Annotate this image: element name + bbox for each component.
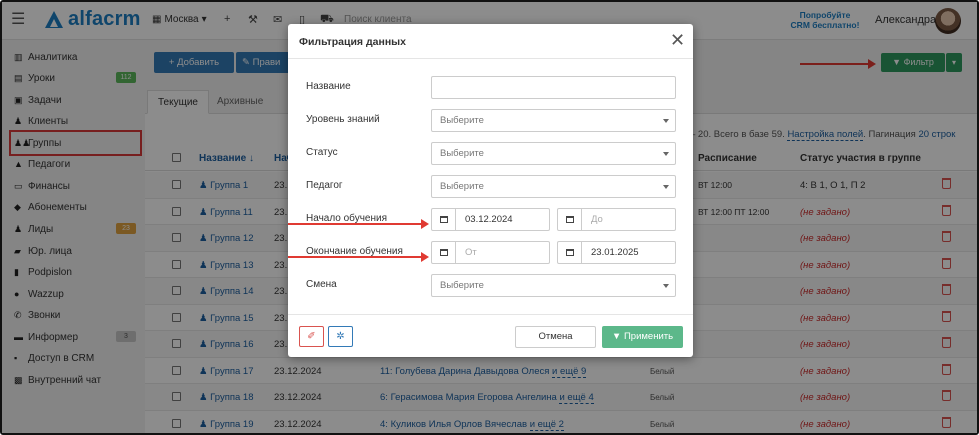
- name-input[interactable]: [431, 76, 676, 99]
- status-select[interactable]: Выберите: [431, 142, 676, 165]
- shift-select-value: Выберите: [440, 280, 484, 291]
- teacher-label: Педагог: [306, 180, 343, 191]
- end-date-to[interactable]: 23.01.2025: [557, 241, 676, 264]
- filter-modal: Фильтрация данных ✕ Название Уровень зна…: [288, 24, 693, 357]
- level-label: Уровень знаний: [306, 114, 380, 125]
- chevron-down-icon: [663, 119, 669, 123]
- app-window: ☰ alfacrm ▦ Москва ▾ + ⚒ ✉ ▯ ⛟ Поиск кли…: [0, 0, 979, 435]
- eraser-icon: ✐: [307, 331, 316, 342]
- calendar-icon[interactable]: [432, 209, 456, 230]
- shift-label: Смена: [306, 279, 337, 290]
- teacher-select-value: Выберите: [440, 181, 484, 192]
- calendar-icon[interactable]: [432, 242, 456, 263]
- modal-header: Фильтрация данных ✕: [288, 24, 693, 59]
- teacher-select[interactable]: Выберите: [431, 175, 676, 198]
- start-date-to-placeholder: До: [591, 214, 603, 225]
- chevron-down-icon: [663, 152, 669, 156]
- start-date-from-value: 03.12.2024: [465, 214, 513, 225]
- filter-icon: ▼: [611, 331, 624, 342]
- level-select[interactable]: Выберите: [431, 109, 676, 132]
- modal-footer: ✐ ✲ Отмена ▼ Применить: [288, 314, 693, 357]
- close-icon[interactable]: ✕: [670, 30, 685, 50]
- annotation-arrow-start-date: [288, 219, 429, 229]
- clear-filter-button[interactable]: ✐: [299, 326, 324, 347]
- chevron-down-icon: [663, 185, 669, 189]
- chevron-down-icon: [663, 284, 669, 288]
- level-select-value: Выберите: [440, 115, 484, 126]
- shift-select[interactable]: Выберите: [431, 274, 676, 297]
- modal-title: Фильтрация данных: [299, 36, 406, 48]
- apply-button[interactable]: ▼ Применить: [602, 326, 683, 348]
- start-date-from[interactable]: 03.12.2024: [431, 208, 550, 231]
- start-date-to[interactable]: До: [557, 208, 676, 231]
- settings-button[interactable]: ✲: [328, 326, 353, 347]
- calendar-icon[interactable]: [558, 242, 582, 263]
- end-date-from[interactable]: От: [431, 241, 550, 264]
- name-label: Название: [306, 81, 351, 92]
- end-date-from-placeholder: От: [465, 247, 477, 258]
- end-date-to-value: 23.01.2025: [591, 247, 639, 258]
- annotation-arrow-end-date: [288, 252, 429, 262]
- status-select-value: Выберите: [440, 148, 484, 159]
- status-label: Статус: [306, 147, 338, 158]
- gear-icon: ✲: [336, 331, 345, 342]
- calendar-icon[interactable]: [558, 209, 582, 230]
- cancel-button[interactable]: Отмена: [515, 326, 596, 348]
- apply-button-label: Применить: [623, 331, 674, 342]
